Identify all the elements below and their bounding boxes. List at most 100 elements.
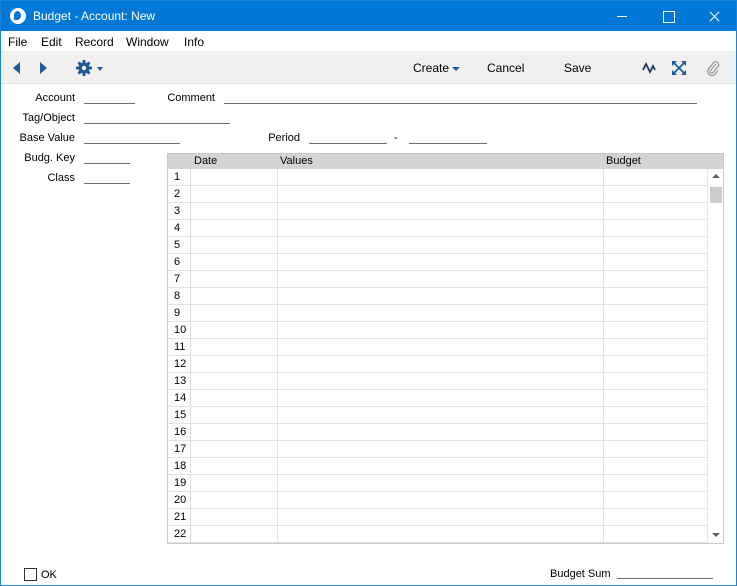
row-number[interactable]: 5 (168, 237, 191, 253)
row-number[interactable]: 16 (168, 424, 191, 440)
date-cell[interactable] (191, 288, 278, 304)
scroll-up-icon[interactable] (712, 174, 720, 178)
date-cell[interactable] (191, 407, 278, 423)
row-number[interactable]: 13 (168, 373, 191, 389)
values-cell[interactable] (278, 458, 604, 474)
date-cell[interactable] (191, 322, 278, 338)
tag-object-field[interactable] (84, 111, 230, 124)
row-number[interactable]: 2 (168, 186, 191, 202)
budget-cell[interactable] (604, 373, 707, 389)
row-number[interactable]: 14 (168, 390, 191, 406)
row-number[interactable]: 21 (168, 509, 191, 525)
values-cell[interactable] (278, 322, 604, 338)
paperclip-icon[interactable] (706, 60, 720, 76)
date-cell[interactable] (191, 271, 278, 287)
date-cell[interactable] (191, 356, 278, 372)
values-cell[interactable] (278, 424, 604, 440)
column-header-values[interactable]: Values (280, 155, 313, 167)
budget-cell[interactable] (604, 526, 707, 542)
create-dropdown-icon[interactable] (452, 67, 460, 71)
maximize-button[interactable] (645, 1, 691, 31)
menu-record[interactable]: Record (75, 35, 114, 49)
date-cell[interactable] (191, 475, 278, 491)
row-number[interactable]: 15 (168, 407, 191, 423)
budget-cell[interactable] (604, 509, 707, 525)
budg-key-field[interactable] (84, 151, 130, 164)
values-cell[interactable] (278, 271, 604, 287)
column-header-budget[interactable]: Budget (606, 155, 641, 167)
row-number[interactable]: 8 (168, 288, 191, 304)
chevron-down-icon[interactable] (97, 67, 103, 71)
scroll-thumb[interactable] (710, 187, 722, 203)
values-cell[interactable] (278, 254, 604, 270)
values-cell[interactable] (278, 305, 604, 321)
date-cell[interactable] (191, 424, 278, 440)
values-cell[interactable] (278, 390, 604, 406)
values-cell[interactable] (278, 339, 604, 355)
budget-cell[interactable] (604, 441, 707, 457)
row-number[interactable]: 12 (168, 356, 191, 372)
values-cell[interactable] (278, 526, 604, 542)
budget-cell[interactable] (604, 407, 707, 423)
values-cell[interactable] (278, 169, 604, 185)
row-number[interactable]: 1 (168, 169, 191, 185)
budget-cell[interactable] (604, 356, 707, 372)
class-field[interactable] (84, 171, 130, 184)
column-header-date[interactable]: Date (194, 155, 217, 167)
budget-cell[interactable] (604, 254, 707, 270)
previous-record-icon[interactable] (13, 62, 20, 74)
budget-cell[interactable] (604, 458, 707, 474)
values-cell[interactable] (278, 509, 604, 525)
budget-cell[interactable] (604, 271, 707, 287)
date-cell[interactable] (191, 526, 278, 542)
values-cell[interactable] (278, 237, 604, 253)
date-cell[interactable] (191, 492, 278, 508)
date-cell[interactable] (191, 305, 278, 321)
date-cell[interactable] (191, 458, 278, 474)
row-number[interactable]: 6 (168, 254, 191, 270)
budget-cell[interactable] (604, 237, 707, 253)
vertical-scrollbar[interactable] (707, 169, 723, 543)
menu-info[interactable]: Info (184, 35, 204, 49)
budget-cell[interactable] (604, 288, 707, 304)
date-cell[interactable] (191, 390, 278, 406)
values-cell[interactable] (278, 288, 604, 304)
date-cell[interactable] (191, 509, 278, 525)
date-cell[interactable] (191, 254, 278, 270)
create-button[interactable]: Create (413, 61, 449, 75)
values-cell[interactable] (278, 407, 604, 423)
row-number[interactable]: 22 (168, 526, 191, 542)
budget-cell[interactable] (604, 339, 707, 355)
fullscreen-icon[interactable] (672, 61, 686, 75)
budget-cell[interactable] (604, 186, 707, 202)
values-cell[interactable] (278, 356, 604, 372)
row-number[interactable]: 3 (168, 203, 191, 219)
row-number[interactable]: 19 (168, 475, 191, 491)
gear-icon[interactable] (76, 60, 92, 76)
values-cell[interactable] (278, 441, 604, 457)
budget-cell[interactable] (604, 475, 707, 491)
row-number[interactable]: 18 (168, 458, 191, 474)
row-number[interactable]: 11 (168, 339, 191, 355)
row-number[interactable]: 9 (168, 305, 191, 321)
next-record-icon[interactable] (40, 62, 47, 74)
row-number[interactable]: 10 (168, 322, 191, 338)
minimize-button[interactable] (599, 1, 645, 31)
period-end-field[interactable] (409, 131, 487, 144)
budget-cell[interactable] (604, 220, 707, 236)
period-start-field[interactable] (309, 131, 387, 144)
budget-cell[interactable] (604, 322, 707, 338)
values-cell[interactable] (278, 220, 604, 236)
base-value-field[interactable] (84, 131, 180, 144)
date-cell[interactable] (191, 220, 278, 236)
menu-file[interactable]: File (8, 35, 27, 49)
close-button[interactable] (691, 1, 737, 31)
date-cell[interactable] (191, 441, 278, 457)
date-cell[interactable] (191, 186, 278, 202)
date-cell[interactable] (191, 373, 278, 389)
save-button[interactable]: Save (564, 61, 591, 75)
values-cell[interactable] (278, 186, 604, 202)
budget-cell[interactable] (604, 390, 707, 406)
ok-checkbox[interactable] (24, 568, 37, 581)
values-cell[interactable] (278, 492, 604, 508)
